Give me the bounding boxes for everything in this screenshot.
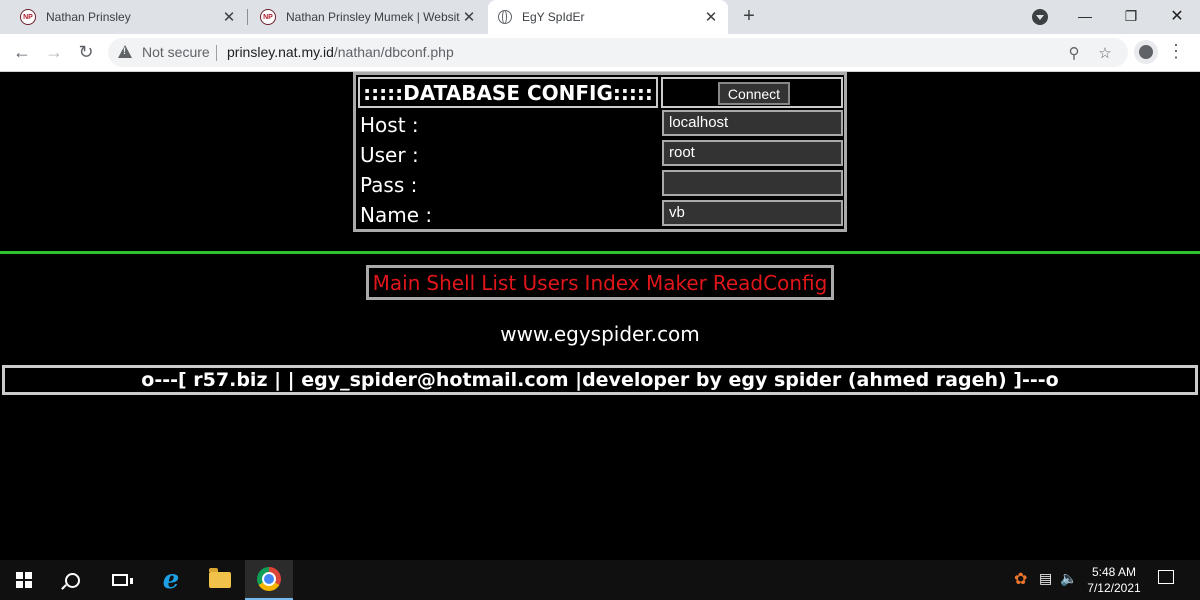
tray-app-icon[interactable]: ✿ (1014, 569, 1027, 589)
connect-button[interactable]: Connect (718, 82, 790, 105)
zoom-icon[interactable]: ⚲ (1063, 42, 1085, 64)
close-icon[interactable]: ✕ (702, 8, 720, 26)
tab-title: EgY SpIdEr (522, 10, 585, 24)
tab-nathan-prinsley-website[interactable]: NP Nathan Prinsley Mumek | Website ✕ (248, 0, 486, 34)
file-explorer-button[interactable] (196, 560, 244, 600)
clock-date: 7/12/2021 (1087, 581, 1141, 595)
windows-taskbar: e ✿ ▤ 🔈 5:48 AM 7/12/2021 (0, 560, 1200, 600)
internet-explorer-icon: e (162, 565, 180, 595)
green-divider (0, 251, 1200, 254)
close-icon[interactable]: ✕ (460, 8, 478, 26)
folder-icon (209, 568, 231, 588)
site-url-text: www.egyspider.com (500, 322, 700, 346)
search-icon (64, 572, 80, 588)
database-config-table: :::::DATABASE CONFIG::::: Connect Host :… (353, 72, 847, 232)
new-tab-button[interactable]: + (738, 6, 760, 28)
shell-menu: Main Shell List Users Index Maker ReadCo… (366, 265, 834, 300)
tab-egy-spider[interactable]: EgY SpIdEr ✕ (488, 0, 728, 34)
footer-banner: o---[ r57.biz | | egy_spider@hotmail.com… (2, 365, 1198, 395)
menu-link-readconfig[interactable]: ReadConfig (713, 271, 827, 295)
menu-link-main[interactable]: Main (373, 271, 421, 295)
name-input[interactable]: vb (662, 200, 843, 226)
menu-link-index-maker[interactable]: Index Maker (585, 271, 707, 295)
np-favicon-icon: NP (260, 9, 276, 25)
browser-toolbar: ← → ↻ Not secure prinsley.nat.my.id/nath… (0, 34, 1200, 72)
system-clock[interactable]: 5:48 AM 7/12/2021 (1082, 564, 1146, 596)
user-label: User : (360, 143, 419, 167)
minimize-button[interactable]: — (1062, 2, 1108, 30)
tab-search-icon[interactable] (1032, 9, 1048, 25)
security-label[interactable]: Not secure (142, 44, 210, 60)
profile-avatar-icon[interactable] (1134, 40, 1158, 64)
volume-icon[interactable]: 🔈 (1060, 570, 1077, 587)
url-host: prinsley.nat.my.id (227, 44, 334, 60)
start-button[interactable] (0, 560, 48, 600)
menu-link-shell[interactable]: Shell (426, 271, 475, 295)
name-label: Name : (360, 203, 433, 227)
chrome-taskbar-button[interactable] (245, 560, 293, 600)
tab-title: Nathan Prinsley (46, 10, 131, 24)
globe-icon (498, 10, 512, 24)
tab-title: Nathan Prinsley Mumek | Website (286, 10, 460, 24)
reload-button[interactable]: ↻ (74, 40, 98, 64)
user-input[interactable]: root (662, 140, 843, 166)
favicon-text: NP (23, 13, 33, 21)
menu-kebab-icon[interactable]: ⋮ (1164, 40, 1188, 64)
search-button[interactable] (48, 560, 96, 600)
close-icon[interactable]: ✕ (220, 8, 238, 26)
pass-input[interactable] (662, 170, 843, 196)
windows-logo-icon (16, 572, 32, 588)
back-button[interactable]: ← (10, 40, 34, 64)
page-content: :::::DATABASE CONFIG::::: Connect Host :… (0, 72, 1200, 560)
url-path: /nathan/dbconf.php (333, 44, 454, 60)
task-view-icon (112, 574, 133, 586)
restore-button[interactable]: ❐ (1108, 2, 1154, 30)
warning-icon[interactable] (118, 45, 132, 58)
task-view-button[interactable] (96, 560, 144, 600)
bookmark-star-icon[interactable]: ☆ (1094, 42, 1116, 64)
menu-link-list-users[interactable]: List Users (481, 271, 578, 295)
tab-nathan-prinsley[interactable]: NP Nathan Prinsley ✕ (0, 0, 246, 34)
database-config-heading: :::::DATABASE CONFIG::::: (358, 77, 658, 108)
omnibox-divider (216, 45, 217, 61)
favicon-text: NP (263, 13, 273, 21)
close-window-button[interactable]: ✕ (1154, 2, 1200, 30)
host-input[interactable]: localhost (662, 110, 843, 136)
np-favicon-icon: NP (20, 9, 36, 25)
clock-time: 5:48 AM (1091, 565, 1137, 579)
url-text[interactable]: prinsley.nat.my.id/nathan/dbconf.php (227, 44, 454, 60)
tab-strip: NP Nathan Prinsley ✕ NP Nathan Prinsley … (0, 0, 1200, 34)
address-bar[interactable]: Not secure prinsley.nat.my.id/nathan/dbc… (108, 38, 1128, 67)
host-label: Host : (360, 113, 419, 137)
network-icon[interactable]: ▤ (1039, 570, 1052, 587)
notification-icon[interactable] (1158, 570, 1174, 584)
connect-cell: Connect (661, 77, 843, 108)
internet-explorer-button[interactable]: e (147, 560, 195, 600)
pass-label: Pass : (360, 173, 418, 197)
chrome-icon (257, 567, 281, 591)
forward-button[interactable]: → (42, 40, 66, 64)
